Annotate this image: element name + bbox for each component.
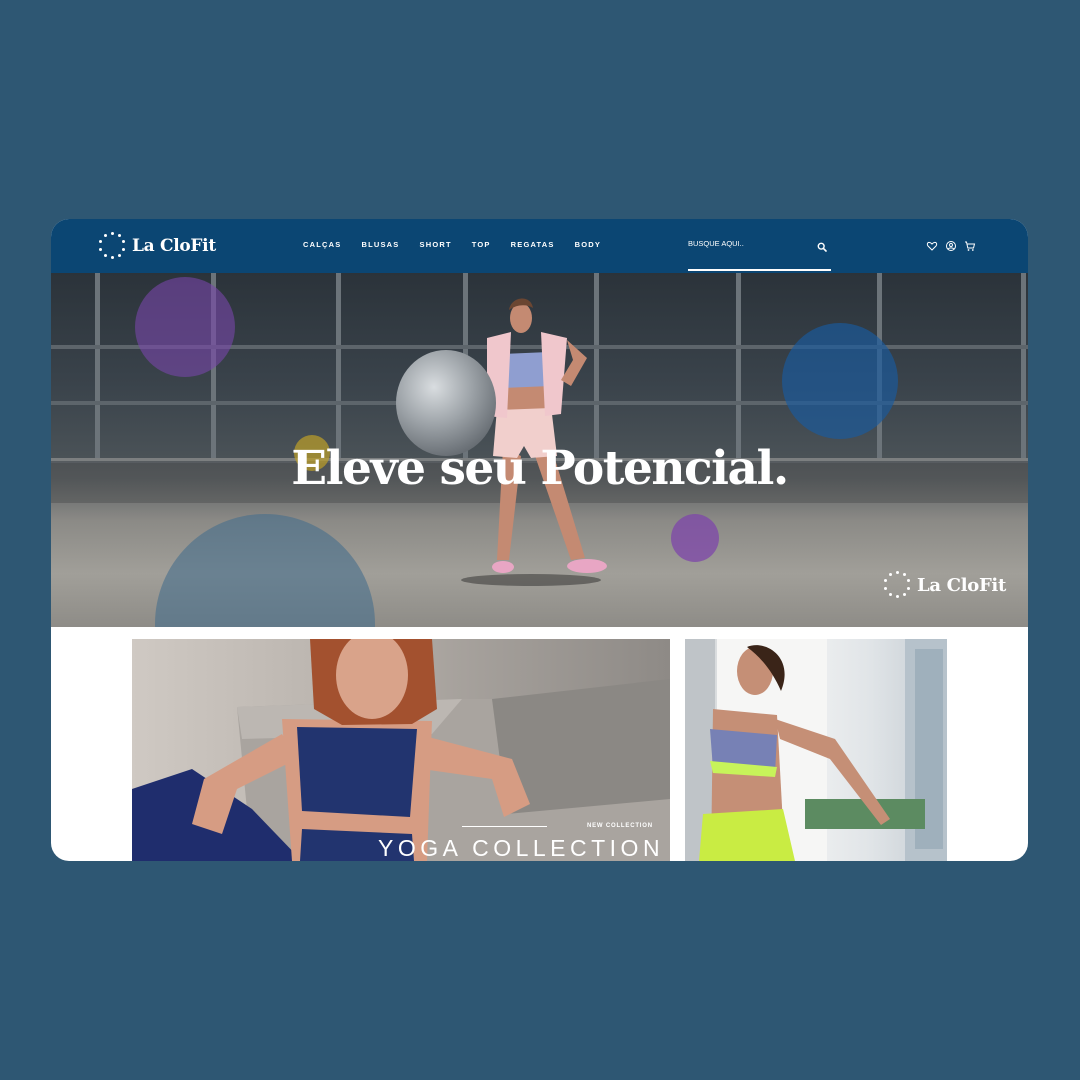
hero-watermark-text: La CloFit bbox=[917, 574, 1006, 596]
hero-watermark-logo: La CloFit bbox=[884, 570, 1006, 600]
nav-item-short[interactable]: SHORT bbox=[420, 240, 452, 249]
nav-item-blusas[interactable]: BLUSAS bbox=[361, 240, 399, 249]
new-collection-label: NEW COLLECTION bbox=[587, 823, 653, 829]
nav-item-calcas[interactable]: CALÇAS bbox=[303, 240, 341, 249]
nav-item-top[interactable]: TOP bbox=[472, 240, 491, 249]
purple-bubble bbox=[135, 277, 235, 377]
user-icon[interactable] bbox=[945, 240, 957, 252]
cart-icon[interactable] bbox=[964, 240, 976, 252]
hero-headline: Eleve seu Potencial. bbox=[291, 441, 789, 496]
yoga-collection-card[interactable]: NEW COLLECTION YOGA COLLECTION bbox=[132, 639, 670, 861]
nav-item-regatas[interactable]: REGATAS bbox=[511, 240, 555, 249]
collection-divider bbox=[462, 826, 547, 827]
brand-name: La CloFit bbox=[132, 236, 216, 256]
search-input[interactable] bbox=[688, 239, 798, 248]
category-menu: CALÇAS BLUSAS SHORT TOP REGATAS BODY bbox=[303, 240, 621, 249]
teal-bubble bbox=[155, 514, 375, 627]
violet-bubble bbox=[671, 514, 719, 562]
nav-item-body[interactable]: BODY bbox=[575, 240, 601, 249]
activewear-model-photo bbox=[685, 639, 947, 861]
brand-logo[interactable]: La CloFit bbox=[99, 232, 216, 260]
header-actions bbox=[926, 240, 976, 252]
activewear-card[interactable] bbox=[685, 639, 947, 861]
browser-frame: La CloFit CALÇAS BLUSAS SHORT TOP REGATA… bbox=[51, 219, 1028, 861]
search-bar bbox=[688, 233, 831, 271]
logo-dots-icon bbox=[99, 232, 127, 260]
logo-dots-icon bbox=[884, 571, 912, 599]
hero-banner[interactable]: Eleve seu Potencial. La CloFit bbox=[51, 273, 1028, 627]
heart-icon[interactable] bbox=[926, 240, 938, 252]
yoga-collection-title: YOGA COLLECTION bbox=[378, 835, 665, 861]
search-icon[interactable] bbox=[817, 242, 827, 252]
blue-bubble bbox=[782, 323, 898, 439]
top-navigation: La CloFit CALÇAS BLUSAS SHORT TOP REGATA… bbox=[51, 219, 1028, 273]
